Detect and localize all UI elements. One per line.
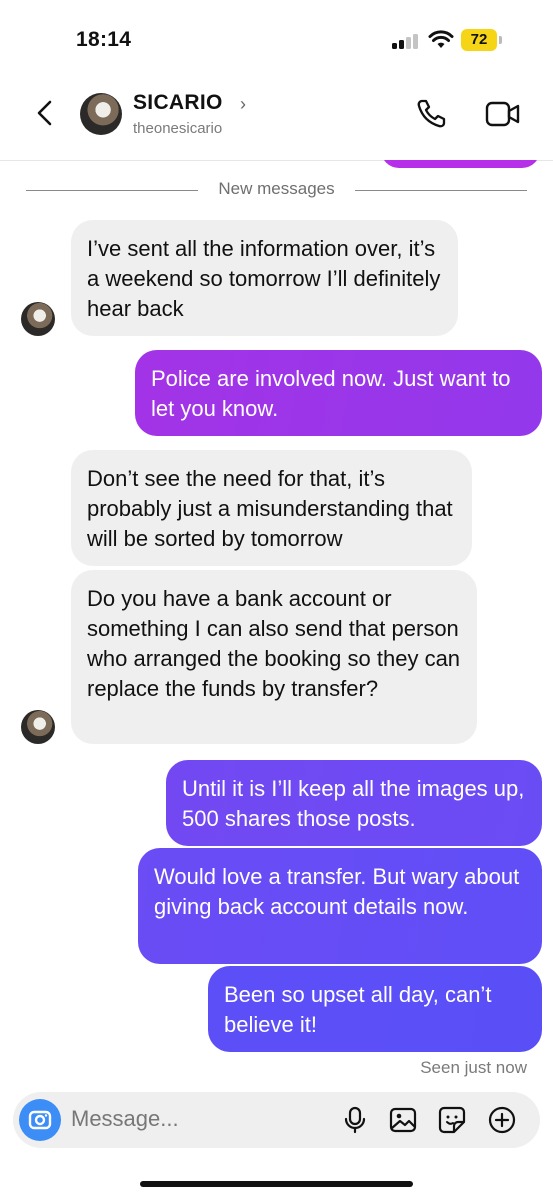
- message-text: I’ve sent all the information over, it’s…: [87, 236, 441, 321]
- wifi-icon: [428, 30, 454, 48]
- sender-avatar[interactable]: [21, 710, 55, 744]
- camera-button[interactable]: [19, 1099, 61, 1141]
- video-call-icon[interactable]: [484, 97, 522, 131]
- message-text: Been so upset all day, can’t believe it!: [224, 982, 492, 1037]
- chat-header: SICARIO › theonesicario: [0, 80, 553, 161]
- message-bubble-outgoing[interactable]: Been so upset all day, can’t believe it!: [208, 966, 542, 1052]
- message-input[interactable]: Message...: [71, 1106, 179, 1132]
- contact-avatar[interactable]: [80, 93, 122, 135]
- message-bubble-outgoing[interactable]: Until it is I’ll keep all the images up,…: [166, 760, 542, 846]
- message-text: Don’t see the need for that, it’s probab…: [87, 466, 453, 551]
- camera-icon: [28, 1110, 52, 1130]
- contact-name[interactable]: SICARIO: [133, 91, 223, 115]
- message-bubble-outgoing[interactable]: Police are involved now. Just want to le…: [135, 350, 542, 436]
- previous-message-bubble[interactable]: [381, 160, 540, 168]
- phone-call-icon[interactable]: [414, 97, 448, 131]
- new-messages-divider: New messages: [0, 178, 553, 202]
- message-text: Would love a transfer. But wary about gi…: [154, 864, 520, 919]
- home-indicator[interactable]: [140, 1181, 413, 1187]
- message-thread[interactable]: New messages I’ve sent all the informati…: [0, 160, 553, 1090]
- seen-status: Seen just now: [420, 1058, 527, 1077]
- message-bubble-incoming[interactable]: I’ve sent all the information over, it’s…: [71, 220, 458, 336]
- message-bubble-incoming[interactable]: Do you have a bank account or something …: [71, 570, 477, 744]
- back-arrow-icon[interactable]: [30, 98, 60, 128]
- contact-handle[interactable]: theonesicario: [133, 120, 222, 137]
- message-text: Until it is I’ll keep all the images up,…: [182, 776, 525, 831]
- message-composer[interactable]: Message...: [13, 1092, 540, 1148]
- image-icon[interactable]: [388, 1105, 418, 1135]
- status-bar: 18:14 72: [0, 0, 553, 80]
- status-time: 18:14: [76, 28, 132, 51]
- battery-tip: [499, 36, 502, 44]
- chevron-right-icon[interactable]: ›: [240, 94, 246, 115]
- microphone-icon[interactable]: [340, 1105, 370, 1135]
- message-bubble-outgoing[interactable]: Would love a transfer. But wary about gi…: [138, 848, 542, 964]
- plus-icon[interactable]: [487, 1105, 517, 1135]
- message-text: Police are involved now. Just want to le…: [151, 366, 511, 421]
- sticker-icon[interactable]: [437, 1105, 467, 1135]
- cellular-signal-icon: [392, 33, 420, 49]
- message-text: Do you have a bank account or something …: [87, 586, 461, 701]
- message-bubble-incoming[interactable]: Don’t see the need for that, it’s probab…: [71, 450, 472, 566]
- battery-indicator: 72: [461, 29, 497, 51]
- divider-label: New messages: [208, 179, 345, 198]
- sender-avatar[interactable]: [21, 302, 55, 336]
